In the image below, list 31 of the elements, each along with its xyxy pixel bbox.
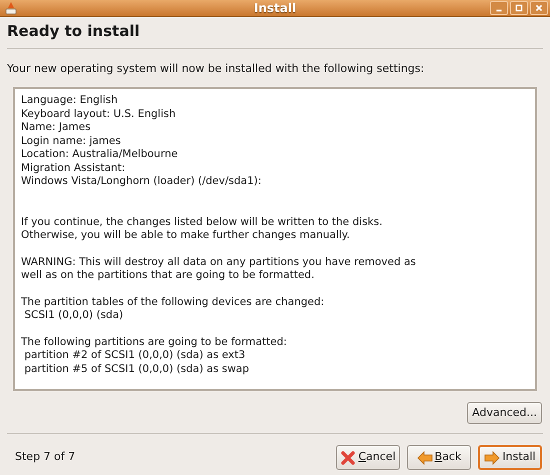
advanced-button[interactable]: Advanced... xyxy=(467,402,542,424)
close-icon[interactable] xyxy=(530,1,548,15)
step-label: Step 7 of 7 xyxy=(15,449,76,466)
installer-icon xyxy=(4,1,18,15)
maximize-icon[interactable] xyxy=(510,1,528,15)
summary-line: Login name: james xyxy=(21,134,122,148)
page-heading: Ready to install xyxy=(7,20,543,48)
summary-line: The following partitions are going to be formatted: xyxy=(21,336,288,349)
summary-line: Keyboard layout: U.S. English xyxy=(21,108,177,121)
summary-line: If you continue, the changes listed below will be written to the disks. xyxy=(21,216,384,229)
summary-line: WARNING: This will destroy all data on any partitions you have removed as xyxy=(21,256,417,269)
back-button[interactable]: Back xyxy=(407,445,471,470)
forward-arrow-icon xyxy=(484,450,500,466)
intro-text: Your new operating system will now be installed with the following settings: xyxy=(7,60,426,76)
summary-line: partition #5 of SCSI1 (0,0,0) (sda) as swap xyxy=(23,362,250,376)
summary-line: The partition tables of the following devices are changed: xyxy=(21,296,326,309)
summary-line: Otherwise, you will be able to make further changes manually. xyxy=(21,229,351,242)
cancel-icon xyxy=(340,450,356,466)
summary-line: partition #2 of SCSI1 (0,0,0) (sda) as ext3 xyxy=(23,349,246,362)
summary-line: Migration Assistant: xyxy=(21,162,126,175)
cancel-button[interactable]: Cancel xyxy=(336,445,400,470)
summary-line: Language: English xyxy=(21,94,119,108)
summary-line: Location: Australia/Melbourne xyxy=(21,148,179,162)
summary-line: Name: James xyxy=(21,121,92,134)
minimize-icon[interactable] xyxy=(490,1,508,15)
summary-line: well as on the partitions that are going to be formatted. xyxy=(21,269,316,282)
install-button[interactable]: Install xyxy=(478,445,542,470)
back-arrow-icon xyxy=(416,450,433,466)
window-title: Install xyxy=(254,0,296,17)
summary-line: Windows Vista/Longhorn (loader) (/dev/sda1): xyxy=(21,175,262,188)
summary-line: SCSI1 (0,0,0) (sda) xyxy=(23,309,124,322)
